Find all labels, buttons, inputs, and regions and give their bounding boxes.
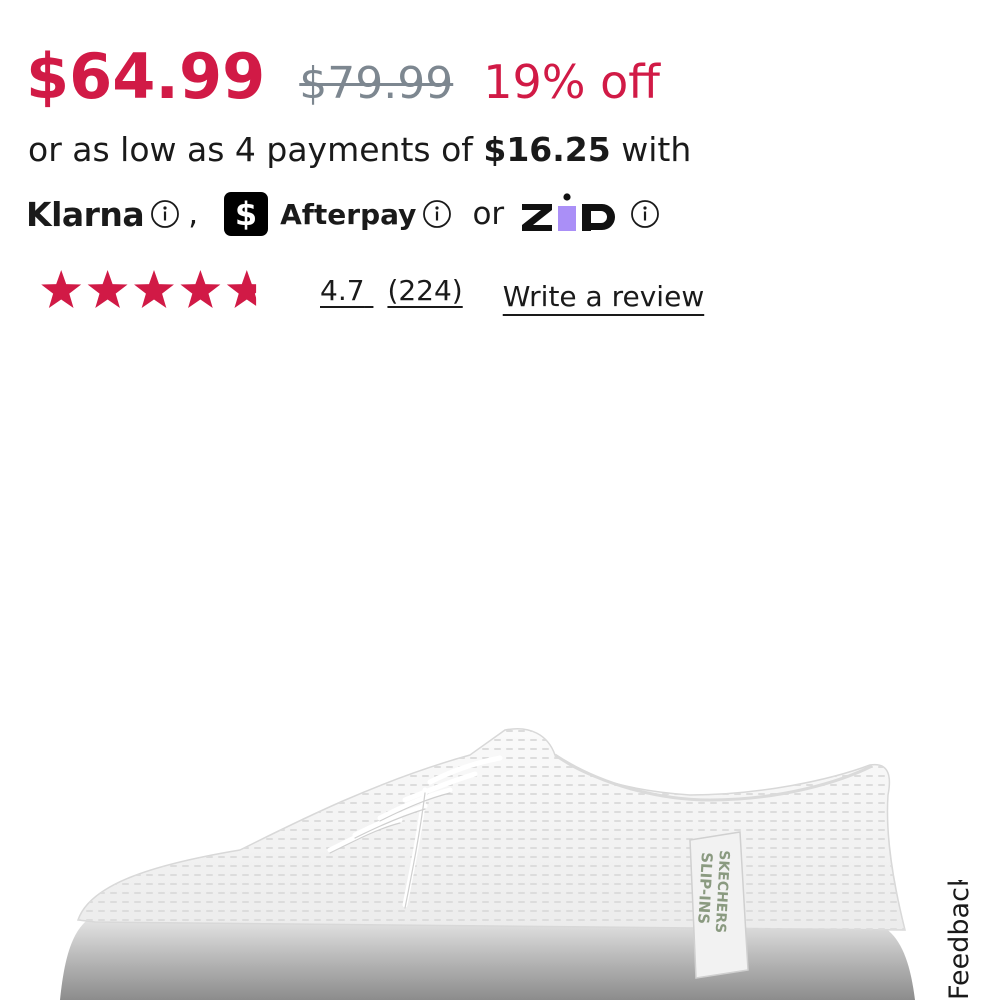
- price-row: $64.99 $79.99 19% off: [26, 40, 660, 113]
- zip-info-icon[interactable]: [630, 199, 660, 229]
- rating-value-link[interactable]: 4.7 (224): [320, 274, 463, 307]
- shoe-tag-line2: SLIP-INS: [694, 852, 716, 925]
- rating-value: 4.7: [320, 273, 365, 307]
- payment-providers: Klarna , $ Afterpay or: [26, 192, 660, 236]
- feedback-label: Feedback: [944, 880, 975, 1000]
- star-rating: [41, 270, 257, 308]
- rating-row: 4.7 (224) Write a review: [38, 268, 704, 313]
- installment-amount: $16.25: [483, 130, 611, 169]
- zip-logo-icon: [522, 193, 616, 231]
- afterpay-logo-icon: $: [224, 192, 269, 236]
- star-icon: [180, 270, 221, 308]
- review-count: (224): [387, 273, 463, 307]
- afterpay-info-icon[interactable]: [422, 199, 452, 229]
- installment-text: or as low as 4 payments of $16.25 with: [28, 130, 691, 169]
- or-text: or: [472, 196, 505, 232]
- current-price: $64.99: [26, 40, 266, 113]
- provider-separator: ,: [188, 196, 199, 232]
- klarna-logo: Klarna: [26, 194, 145, 234]
- write-review-link[interactable]: Write a review: [503, 280, 704, 313]
- afterpay-label: Afterpay: [280, 197, 417, 231]
- installment-prefix: or as low as 4 payments of: [28, 130, 473, 169]
- klarna-info-icon[interactable]: [150, 199, 180, 229]
- feedback-tab[interactable]: Feedback: [930, 880, 1000, 1000]
- original-price: $79.99: [299, 58, 454, 109]
- star-icon: [87, 270, 128, 308]
- discount-badge: 19% off: [483, 55, 660, 109]
- installment-suffix: with: [621, 130, 692, 169]
- product-detail-page: $64.99 $79.99 19% off or as low as 4 pay…: [0, 0, 1000, 1000]
- star-icon: [134, 270, 174, 308]
- product-image[interactable]: SKECHERS SLIP-INS: [0, 700, 1000, 1000]
- star-icon: [41, 270, 82, 308]
- star-icon: [226, 270, 257, 308]
